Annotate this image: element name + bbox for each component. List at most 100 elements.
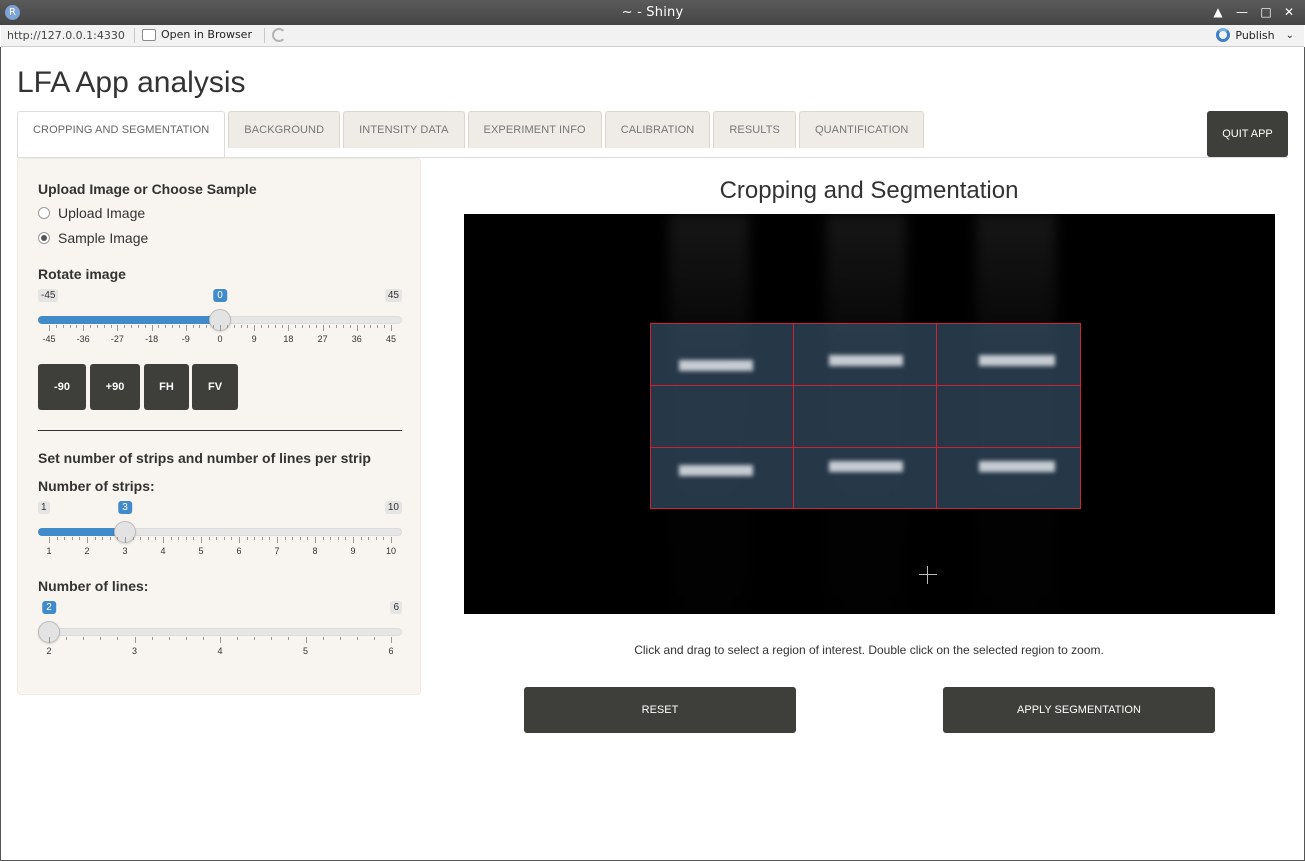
tab-quantification[interactable]: QUANTIFICATION xyxy=(798,111,925,148)
control-line-band xyxy=(679,465,753,476)
slider-tick-label: 7 xyxy=(274,546,280,556)
slider-minor-tick xyxy=(147,537,149,540)
slider-tick xyxy=(239,537,240,543)
quit-app-button[interactable]: QUIT APP xyxy=(1207,111,1288,157)
slider-tick-label: 8 xyxy=(312,546,318,556)
refresh-icon[interactable] xyxy=(272,28,286,42)
slider-minor-tick xyxy=(247,325,249,328)
slider-minor-tick xyxy=(206,325,208,328)
apply-segmentation-button[interactable]: APPLY SEGMENTATION xyxy=(943,687,1215,733)
slider-tick xyxy=(87,537,88,543)
slider-tick-label: 3 xyxy=(122,546,128,556)
slider-tick xyxy=(391,325,392,331)
slider-tick xyxy=(305,637,307,643)
slider-minor-tick xyxy=(199,325,201,328)
slider-minor-tick xyxy=(140,537,142,540)
slider-minor-tick xyxy=(165,325,167,328)
slider-tick-label: 1 xyxy=(46,546,52,556)
viewer-hint: Click and drag to select a region of int… xyxy=(634,643,1104,657)
slider-minor-tick xyxy=(269,537,271,540)
radio-sample-image[interactable]: Sample Image xyxy=(38,230,148,246)
slider-tick xyxy=(353,537,354,543)
slider-minor-tick xyxy=(117,537,119,540)
tab-intensity-data[interactable]: INTENSITY DATA xyxy=(343,111,465,148)
window-titlebar: R ~ - Shiny ▲ — □ ✕ xyxy=(0,0,1305,25)
toolbar-separator xyxy=(264,28,265,43)
slider-minor-tick xyxy=(64,537,66,540)
slider-minor-tick xyxy=(330,537,332,540)
reset-button[interactable]: RESET xyxy=(524,687,796,733)
slider-minor-tick xyxy=(172,325,174,328)
tab-cropping-segmentation[interactable]: CROPPING AND SEGMENTATION xyxy=(17,111,226,158)
slider-tick xyxy=(83,325,85,331)
slider-tick-label: 36 xyxy=(351,334,362,344)
slider-minor-tick xyxy=(284,537,286,540)
slider-minor-tick xyxy=(223,537,225,540)
window-shade-icon[interactable]: ▲ xyxy=(1210,4,1226,20)
slider-minor-tick xyxy=(102,537,104,540)
tab-experiment-info[interactable]: EXPERIMENT INFO xyxy=(467,111,602,148)
slider-track[interactable] xyxy=(38,628,402,636)
page-title: LFA App analysis xyxy=(17,66,246,99)
slider-minor-tick xyxy=(216,537,218,540)
slider-minor-tick xyxy=(69,325,71,328)
slider-minor-tick xyxy=(155,537,157,540)
slider-minor-tick xyxy=(254,637,256,640)
slider-tick-label: 45 xyxy=(385,334,397,344)
slider-minor-tick xyxy=(322,537,324,540)
slider-minor-tick xyxy=(336,325,338,328)
slider-tick-label: 0 xyxy=(217,334,223,344)
slider-tick xyxy=(151,325,153,331)
roi-selection[interactable] xyxy=(650,323,1081,509)
slider-tick-label: 3 xyxy=(131,646,138,656)
flip-horizontal-button[interactable]: FH xyxy=(144,364,189,410)
strips-section-title: Set number of strips and number of lines… xyxy=(38,450,371,466)
window-close-icon[interactable]: ✕ xyxy=(1281,4,1297,20)
slider-tick xyxy=(117,325,119,331)
slider-minor-tick xyxy=(233,325,235,328)
slider-minor-tick xyxy=(281,325,283,328)
slider-minor-tick xyxy=(178,537,180,540)
rotate-minus-90-button[interactable]: -90 xyxy=(38,364,86,410)
tab-calibration[interactable]: CALIBRATION xyxy=(604,111,711,148)
rotate-plus-90-button[interactable]: +90 xyxy=(90,364,140,410)
window-minimize-icon[interactable]: — xyxy=(1234,4,1250,20)
slider-tick xyxy=(322,325,324,331)
viewer-toolbar: http://127.0.0.1:4330 Open in Browser Pu… xyxy=(1,25,1304,47)
tab-results[interactable]: RESULTS xyxy=(713,111,796,148)
strips-slider[interactable]: 1 10 3 1 2 3 4 5 6 7 8 9 10 xyxy=(38,501,402,561)
slider-minor-tick xyxy=(193,537,195,540)
publish-button[interactable]: Publish ⌄ xyxy=(1216,28,1294,42)
slider-tick-label: 9 xyxy=(350,546,356,556)
slider-fill xyxy=(38,316,220,324)
slider-tick xyxy=(185,325,187,331)
rotate-slider[interactable]: -45 45 0 -45 -36 -27 -18 -9 0 9 18 27 36 45 xyxy=(38,289,402,349)
radio-circle-icon[interactable] xyxy=(38,232,50,244)
url-text[interactable]: http://127.0.0.1:4330 xyxy=(7,29,125,42)
slider-minor-tick xyxy=(307,537,309,540)
slider-minor-tick xyxy=(100,637,102,640)
open-in-browser-button[interactable]: Open in Browser xyxy=(142,28,252,41)
flip-vertical-button[interactable]: FV xyxy=(192,364,238,410)
image-viewer[interactable] xyxy=(464,214,1275,614)
radio-label: Sample Image xyxy=(58,230,149,246)
slider-tick xyxy=(125,537,126,543)
window-maximize-icon[interactable]: □ xyxy=(1258,4,1274,20)
slider-value-label: 0 xyxy=(213,289,227,302)
radio-upload-image[interactable]: Upload Image xyxy=(38,205,145,221)
slider-minor-tick xyxy=(110,325,112,328)
slider-tick-label: 4 xyxy=(217,646,223,656)
slider-minor-tick xyxy=(302,325,304,328)
slider-minor-tick xyxy=(90,325,92,328)
grid-column-divider xyxy=(936,324,937,508)
tab-background[interactable]: BACKGROUND xyxy=(228,111,341,148)
lines-slider[interactable]: 2 6 2 23456 xyxy=(38,601,402,661)
slider-minor-tick xyxy=(384,325,386,328)
grid-row-divider xyxy=(651,385,1080,386)
slider-minor-tick xyxy=(231,537,233,540)
sidebar-panel: Upload Image or Choose Sample Upload Ima… xyxy=(17,158,421,695)
slider-minor-tick xyxy=(329,325,331,328)
grid-row-divider xyxy=(651,447,1080,448)
slider-minor-tick xyxy=(373,637,375,640)
radio-circle-icon[interactable] xyxy=(38,207,50,219)
